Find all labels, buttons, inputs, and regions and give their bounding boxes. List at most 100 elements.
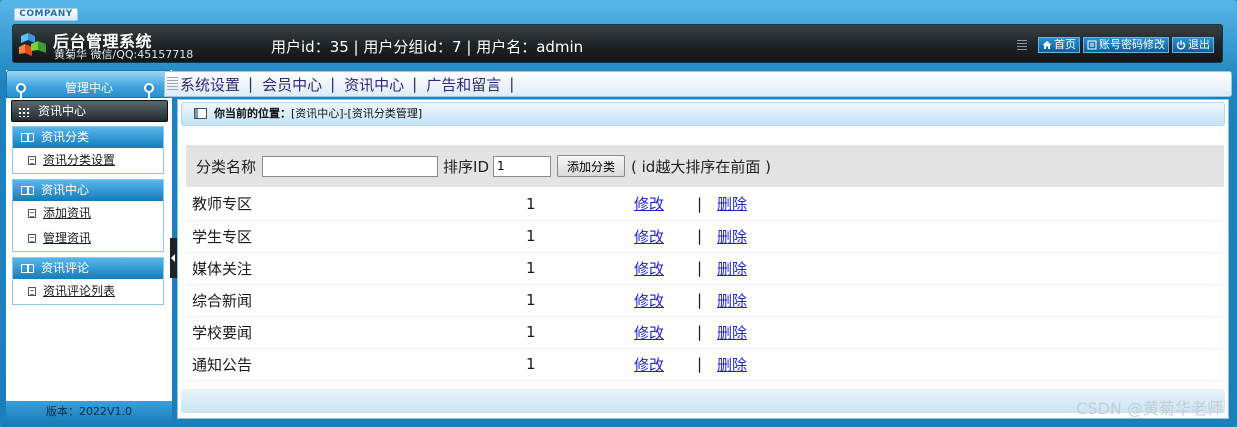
group-header[interactable]: 资讯中心 <box>13 180 163 201</box>
pin-icon <box>144 83 154 99</box>
category-name: 综合新闻 <box>186 284 526 317</box>
table-row: 综合新闻 1 修改 | 删除 <box>186 284 1224 317</box>
watermark: CSDN @黄菊华老师 <box>1076 399 1223 418</box>
link-separator: | <box>697 220 717 253</box>
delete-link[interactable]: 删除 <box>717 260 747 278</box>
sidebar-item-label: 资讯评论列表 <box>43 284 116 298</box>
category-name: 学生专区 <box>186 220 526 253</box>
breadcrumb-path: [资讯中心]-[资讯分类管理] <box>291 107 423 120</box>
category-sort-id: 1 <box>526 220 634 253</box>
table-row: 教师专区 1 修改 | 删除 <box>186 188 1224 221</box>
category-name: 通知公告 <box>186 348 526 381</box>
sidebar-item-add-news[interactable]: 添加资讯 <box>13 201 163 226</box>
sidebar-item-label: 管理资讯 <box>43 231 92 245</box>
nav-ads-messages[interactable]: 广告和留言 <box>426 74 501 95</box>
sidebar-active-section[interactable]: 资讯中心 <box>11 100 168 122</box>
book-icon <box>21 186 34 195</box>
category-sort-id: 1 <box>526 316 634 349</box>
delete-link[interactable]: 删除 <box>717 292 747 310</box>
group-title: 资讯分类 <box>41 130 90 144</box>
window-icon <box>194 108 207 119</box>
sort-id-input[interactable] <box>493 155 551 177</box>
nav-member-center[interactable]: 会员中心 <box>262 74 322 95</box>
sidebar-collapse-handle[interactable] <box>170 238 177 278</box>
main-footer-bar <box>181 389 1225 413</box>
category-name: 学校要闻 <box>186 316 526 349</box>
change-password-label: 账号密码修改 <box>1099 38 1165 51</box>
home-link[interactable]: 首页 <box>1038 37 1080 53</box>
sidebar-item-label: 添加资讯 <box>43 206 92 220</box>
category-name: 媒体关注 <box>186 252 526 285</box>
link-separator: | <box>697 284 717 317</box>
system-subtitle: 黄菊华 微信/QQ:45157718 <box>54 48 194 61</box>
sidebar-group-comments: 资讯评论 资讯评论列表 <box>12 257 164 305</box>
active-section-label: 资讯中心 <box>38 104 87 118</box>
edit-link[interactable]: 修改 <box>634 228 664 246</box>
document-icon <box>28 156 36 165</box>
sidebar-item-manage-news[interactable]: 管理资讯 <box>13 226 163 251</box>
category-sort-id: 1 <box>526 284 634 317</box>
cubes-logo-icon <box>19 33 46 56</box>
nav-separator: | <box>248 75 254 93</box>
delete-link[interactable]: 删除 <box>717 228 747 246</box>
link-separator: | <box>697 252 717 285</box>
main-panel: 你当前的位置：[资讯中心]-[资讯分类管理] 分类名称 排序ID 添加分类 ( … <box>177 99 1229 419</box>
breadcrumb-label: 你当前的位置： <box>214 107 291 120</box>
sidebar-group-news: 资讯中心 添加资讯 管理资讯 <box>12 179 164 252</box>
grid-dots-icon <box>18 107 31 117</box>
sort-id-label: 排序ID <box>443 157 489 176</box>
group-header[interactable]: 资讯评论 <box>13 258 163 279</box>
home-link-label: 首页 <box>1054 38 1076 51</box>
document-icon <box>28 287 36 296</box>
logout-label: 退出 <box>1188 38 1210 51</box>
table-row: 学生专区 1 修改 | 删除 <box>186 220 1224 253</box>
category-sort-id: 1 <box>526 252 634 285</box>
nav-separator: | <box>509 75 515 93</box>
sidebar-item-category-settings[interactable]: 资讯分类设置 <box>13 148 163 173</box>
user-info: 用户id：35 | 用户分组id：7 | 用户名：admin <box>271 38 584 56</box>
nav-separator: | <box>412 75 418 93</box>
delete-link[interactable]: 删除 <box>717 356 747 374</box>
link-separator: | <box>697 316 717 349</box>
link-separator: | <box>697 188 717 221</box>
edit-link[interactable]: 修改 <box>634 324 664 342</box>
top-nav: 系统设置 | 会员中心 | 资讯中心 | 广告和留言 | <box>164 71 1232 97</box>
edit-link[interactable]: 修改 <box>634 356 664 374</box>
link-separator: | <box>697 348 717 381</box>
category-sort-id: 1 <box>526 188 634 221</box>
edit-link[interactable]: 修改 <box>634 292 664 310</box>
sidebar: 管理中心 资讯中心 资讯分类 资讯分类设置 资讯中心 添加资讯 管理资讯 资讯评… <box>6 70 172 423</box>
category-name-input[interactable] <box>262 155 439 177</box>
table-row: 学校要闻 1 修改 | 删除 <box>186 316 1224 349</box>
grip-icon <box>1017 40 1027 50</box>
table-row: 媒体关注 1 修改 | 删除 <box>186 252 1224 285</box>
nav-system-settings[interactable]: 系统设置 <box>180 74 240 95</box>
edit-link[interactable]: 修改 <box>634 260 664 278</box>
sort-hint: ( id越大排序在前面 ) <box>631 157 771 176</box>
document-icon <box>28 234 36 243</box>
nav-news-center[interactable]: 资讯中心 <box>344 74 404 95</box>
book-icon <box>21 133 34 142</box>
category-sort-id: 1 <box>526 348 634 381</box>
category-name-label: 分类名称 <box>196 157 257 176</box>
group-header[interactable]: 资讯分类 <box>13 127 163 148</box>
edit-link[interactable]: 修改 <box>634 195 664 213</box>
sidebar-item-comment-list[interactable]: 资讯评论列表 <box>13 279 163 304</box>
sidebar-group-category: 资讯分类 资讯分类设置 <box>12 126 164 174</box>
add-category-button[interactable]: 添加分类 <box>557 155 626 177</box>
book-icon <box>21 264 34 273</box>
top-links: 首页 账号密码修改 退出 <box>1017 37 1214 53</box>
group-title: 资讯中心 <box>41 183 90 197</box>
delete-link[interactable]: 删除 <box>717 195 747 213</box>
nav-separator: | <box>330 75 336 93</box>
logout-link[interactable]: 退出 <box>1172 37 1214 53</box>
delete-link[interactable]: 删除 <box>717 324 747 342</box>
grip-icon <box>167 77 178 91</box>
category-name: 教师专区 <box>186 188 526 221</box>
sidebar-header: 管理中心 <box>6 70 172 99</box>
breadcrumb: 你当前的位置：[资讯中心]-[资讯分类管理] <box>181 102 1225 126</box>
change-password-link[interactable]: 账号密码修改 <box>1083 37 1169 53</box>
add-category-form: 分类名称 排序ID 添加分类 ( id越大排序在前面 ) <box>186 145 1224 187</box>
version-label: 版本：2022V1.0 <box>6 401 172 423</box>
group-title: 资讯评论 <box>41 261 90 275</box>
